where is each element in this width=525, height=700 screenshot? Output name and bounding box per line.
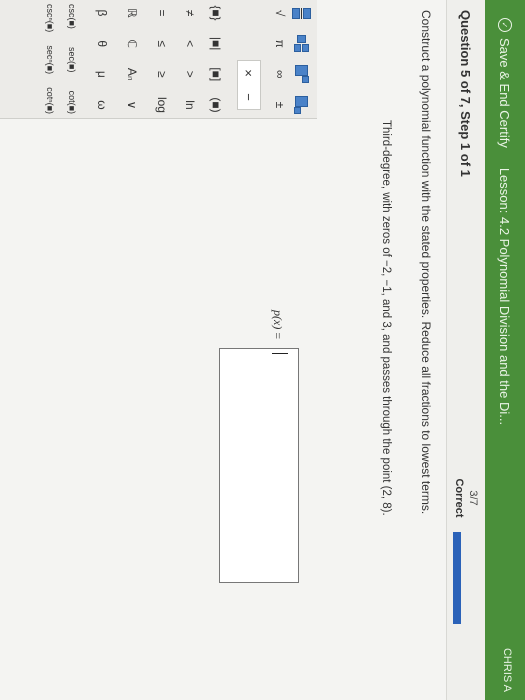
- palette-row-trig2: cscⁿ(■) secⁿ(■) cotⁿ(■): [41, 4, 59, 114]
- braces-tool[interactable]: {■}: [208, 4, 224, 22]
- theta-tool[interactable]: θ: [94, 35, 110, 53]
- palette-row-structures: [292, 4, 312, 114]
- greater-equal-tool[interactable]: ≥: [154, 65, 170, 83]
- greater-than-tool[interactable]: >: [182, 65, 198, 83]
- question-title: Question 5 of 7, Step 1 of 1: [458, 10, 473, 177]
- app-stage: ✓ Save & End Certify Lesson: 4.2 Polynom…: [0, 0, 525, 700]
- answer-label: p(x) =: [270, 310, 285, 339]
- beta-tool[interactable]: β: [94, 4, 110, 22]
- palette-row-relations2: = ≤ ≥ log: [153, 4, 171, 114]
- angle-tool[interactable]: Aₙ: [124, 65, 140, 83]
- infinity-tool[interactable]: ∞: [272, 65, 288, 83]
- ln-tool[interactable]: ln: [182, 96, 198, 114]
- less-equal-tool[interactable]: ≤: [154, 35, 170, 53]
- score-fraction: 3/7: [467, 490, 479, 506]
- csc-power-tool[interactable]: cscⁿ(■): [45, 4, 55, 32]
- answer-equals: =: [271, 332, 285, 340]
- sec-power-tool[interactable]: secⁿ(■): [45, 45, 55, 74]
- question-header: Question 5 of 7, Step 1 of 1 3/7 Correct: [446, 0, 485, 700]
- mu-tool[interactable]: μ: [94, 65, 110, 83]
- user-name[interactable]: CHRIS A: [501, 648, 513, 692]
- equal-tool[interactable]: =: [154, 4, 170, 22]
- math-palette: √ π ∞ ± × − {■} |■| [■] (■) ≠ < > ln = ≤…: [0, 0, 317, 119]
- complex-tool[interactable]: ℂ: [124, 35, 140, 53]
- pi-tool[interactable]: π: [272, 35, 288, 53]
- plusminus-tool[interactable]: ±: [272, 96, 288, 114]
- save-icon: ✓: [498, 18, 512, 32]
- score-status: Correct: [453, 478, 465, 518]
- omega-tool[interactable]: ω: [94, 96, 110, 114]
- palette-row-groups: {■} |■| [■] (■): [207, 4, 225, 114]
- superscript-tool[interactable]: [294, 65, 310, 84]
- text-cursor: [272, 353, 288, 354]
- sec-tool[interactable]: sec(■): [67, 47, 77, 72]
- instruction-text: Construct a polynomial function with the…: [419, 10, 433, 515]
- csc-tool[interactable]: csc(■): [67, 4, 77, 29]
- backspace-button[interactable]: −: [242, 93, 257, 101]
- save-end-button[interactable]: ✓ Save & End Certify: [498, 18, 513, 148]
- or-tool[interactable]: ∨: [124, 96, 140, 114]
- cot-power-tool[interactable]: cotⁿ(■): [45, 87, 55, 114]
- subscript-tool[interactable]: [294, 95, 310, 114]
- palette-row-greek: β θ μ ω: [93, 4, 111, 114]
- clear-button[interactable]: ×: [242, 69, 257, 77]
- palette-row-relations1: ≠ < > ln: [181, 4, 199, 114]
- log-tool[interactable]: log: [154, 96, 170, 114]
- brackets-tool[interactable]: [■]: [208, 65, 224, 83]
- problem-statement: Third-degree, with zeros of −2, −1, and …: [380, 120, 392, 516]
- mixed-fraction-tool[interactable]: [294, 35, 310, 53]
- answer-function-name: p(x): [271, 310, 285, 330]
- palette-row-symbols: √ π ∞ ±: [271, 4, 289, 114]
- progress-bar: [453, 532, 461, 624]
- less-than-tool[interactable]: <: [182, 35, 198, 53]
- score: 3/7 Correct: [453, 478, 479, 518]
- abs-tool[interactable]: |■|: [208, 35, 224, 53]
- parens-tool[interactable]: (■): [208, 96, 224, 114]
- palette-row-trig1: csc(■) sec(■) cot(■): [63, 4, 81, 114]
- sqrt-tool[interactable]: √: [272, 4, 288, 22]
- top-bar: ✓ Save & End Certify Lesson: 4.2 Polynom…: [485, 0, 525, 700]
- cot-tool[interactable]: cot(■): [67, 91, 77, 114]
- save-label: Save & End Certify: [497, 38, 513, 148]
- answer-input[interactable]: [219, 348, 299, 583]
- palette-controls: × −: [237, 60, 261, 110]
- palette-row-sets: ℝ ℂ Aₙ ∨: [123, 4, 141, 114]
- reals-tool[interactable]: ℝ: [124, 4, 140, 22]
- lesson-title: Lesson: 4.2 Polynomial Division and the …: [497, 167, 513, 426]
- not-equal-tool[interactable]: ≠: [182, 4, 198, 22]
- fraction-tool[interactable]: [292, 4, 312, 22]
